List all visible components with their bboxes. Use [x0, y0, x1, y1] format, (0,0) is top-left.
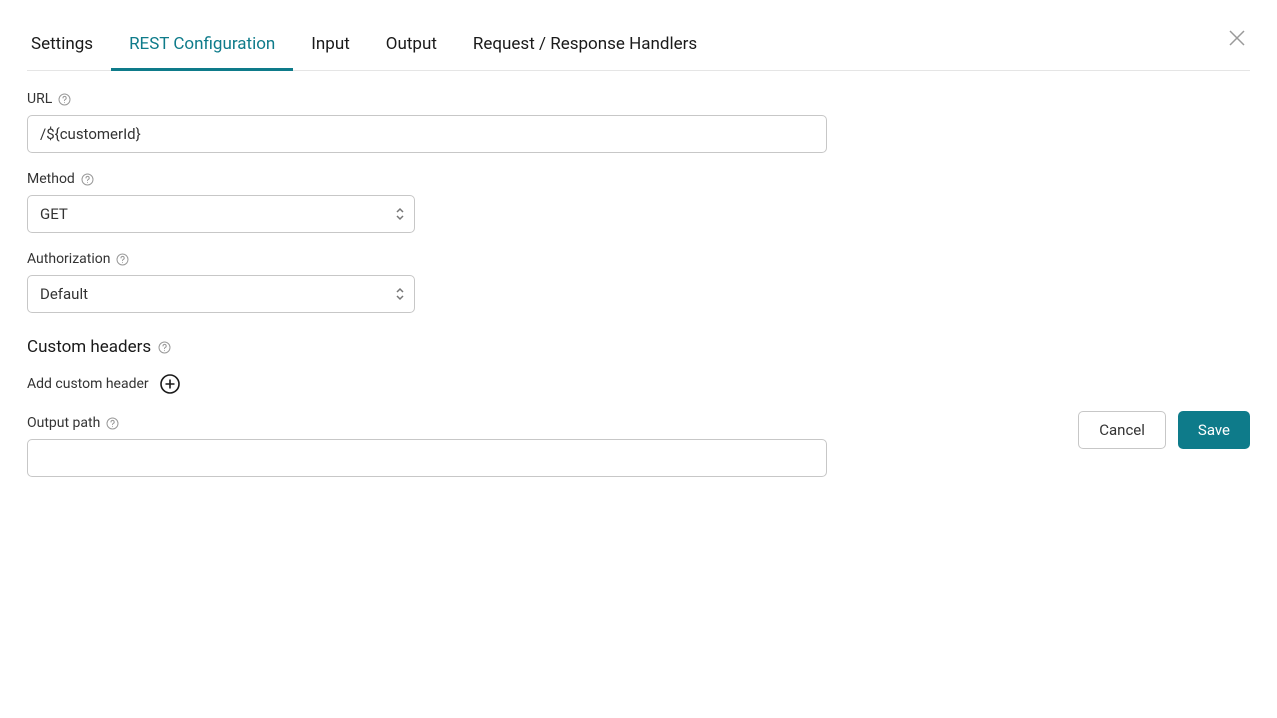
tab-output[interactable]: Output [368, 34, 455, 71]
dialog-footer: Cancel Save [1078, 411, 1250, 449]
tab-rest-configuration[interactable]: REST Configuration [111, 34, 293, 71]
url-field-group: URL [27, 91, 1250, 153]
tab-input[interactable]: Input [293, 34, 368, 71]
rest-config-dialog: Settings REST Configuration Input Output… [0, 0, 1277, 477]
method-select[interactable]: GET [27, 195, 415, 233]
output-path-input[interactable] [27, 439, 827, 477]
output-path-field-group: Output path [27, 415, 1250, 477]
close-button[interactable] [1227, 28, 1247, 48]
tab-settings[interactable]: Settings [27, 34, 111, 71]
help-icon[interactable] [81, 173, 94, 186]
authorization-selected-value: Default [40, 285, 88, 303]
add-custom-header-button[interactable]: Add custom header [27, 373, 181, 395]
plus-circle-icon [159, 373, 181, 395]
help-icon[interactable] [58, 93, 71, 106]
authorization-select[interactable]: Default [27, 275, 415, 313]
save-button[interactable]: Save [1178, 411, 1250, 449]
add-custom-header-label: Add custom header [27, 376, 149, 392]
cancel-button[interactable]: Cancel [1078, 411, 1166, 449]
url-label: URL [27, 91, 52, 107]
updown-caret-icon [395, 208, 405, 221]
help-icon[interactable] [116, 253, 129, 266]
updown-caret-icon [395, 288, 405, 301]
tab-request-response-handlers[interactable]: Request / Response Handlers [455, 34, 715, 71]
close-icon [1228, 29, 1246, 47]
form-area: URL Method GET [27, 71, 1250, 477]
tab-bar: Settings REST Configuration Input Output… [27, 0, 1250, 71]
custom-headers-title: Custom headers [27, 337, 151, 357]
help-icon[interactable] [158, 341, 171, 354]
authorization-label: Authorization [27, 251, 110, 267]
method-selected-value: GET [40, 205, 68, 223]
method-field-group: Method GET [27, 171, 1250, 233]
help-icon[interactable] [106, 417, 119, 430]
authorization-field-group: Authorization Default [27, 251, 1250, 313]
output-path-label: Output path [27, 415, 100, 431]
custom-headers-section: Custom headers [27, 337, 1250, 357]
method-label: Method [27, 171, 75, 187]
url-input[interactable] [27, 115, 827, 153]
